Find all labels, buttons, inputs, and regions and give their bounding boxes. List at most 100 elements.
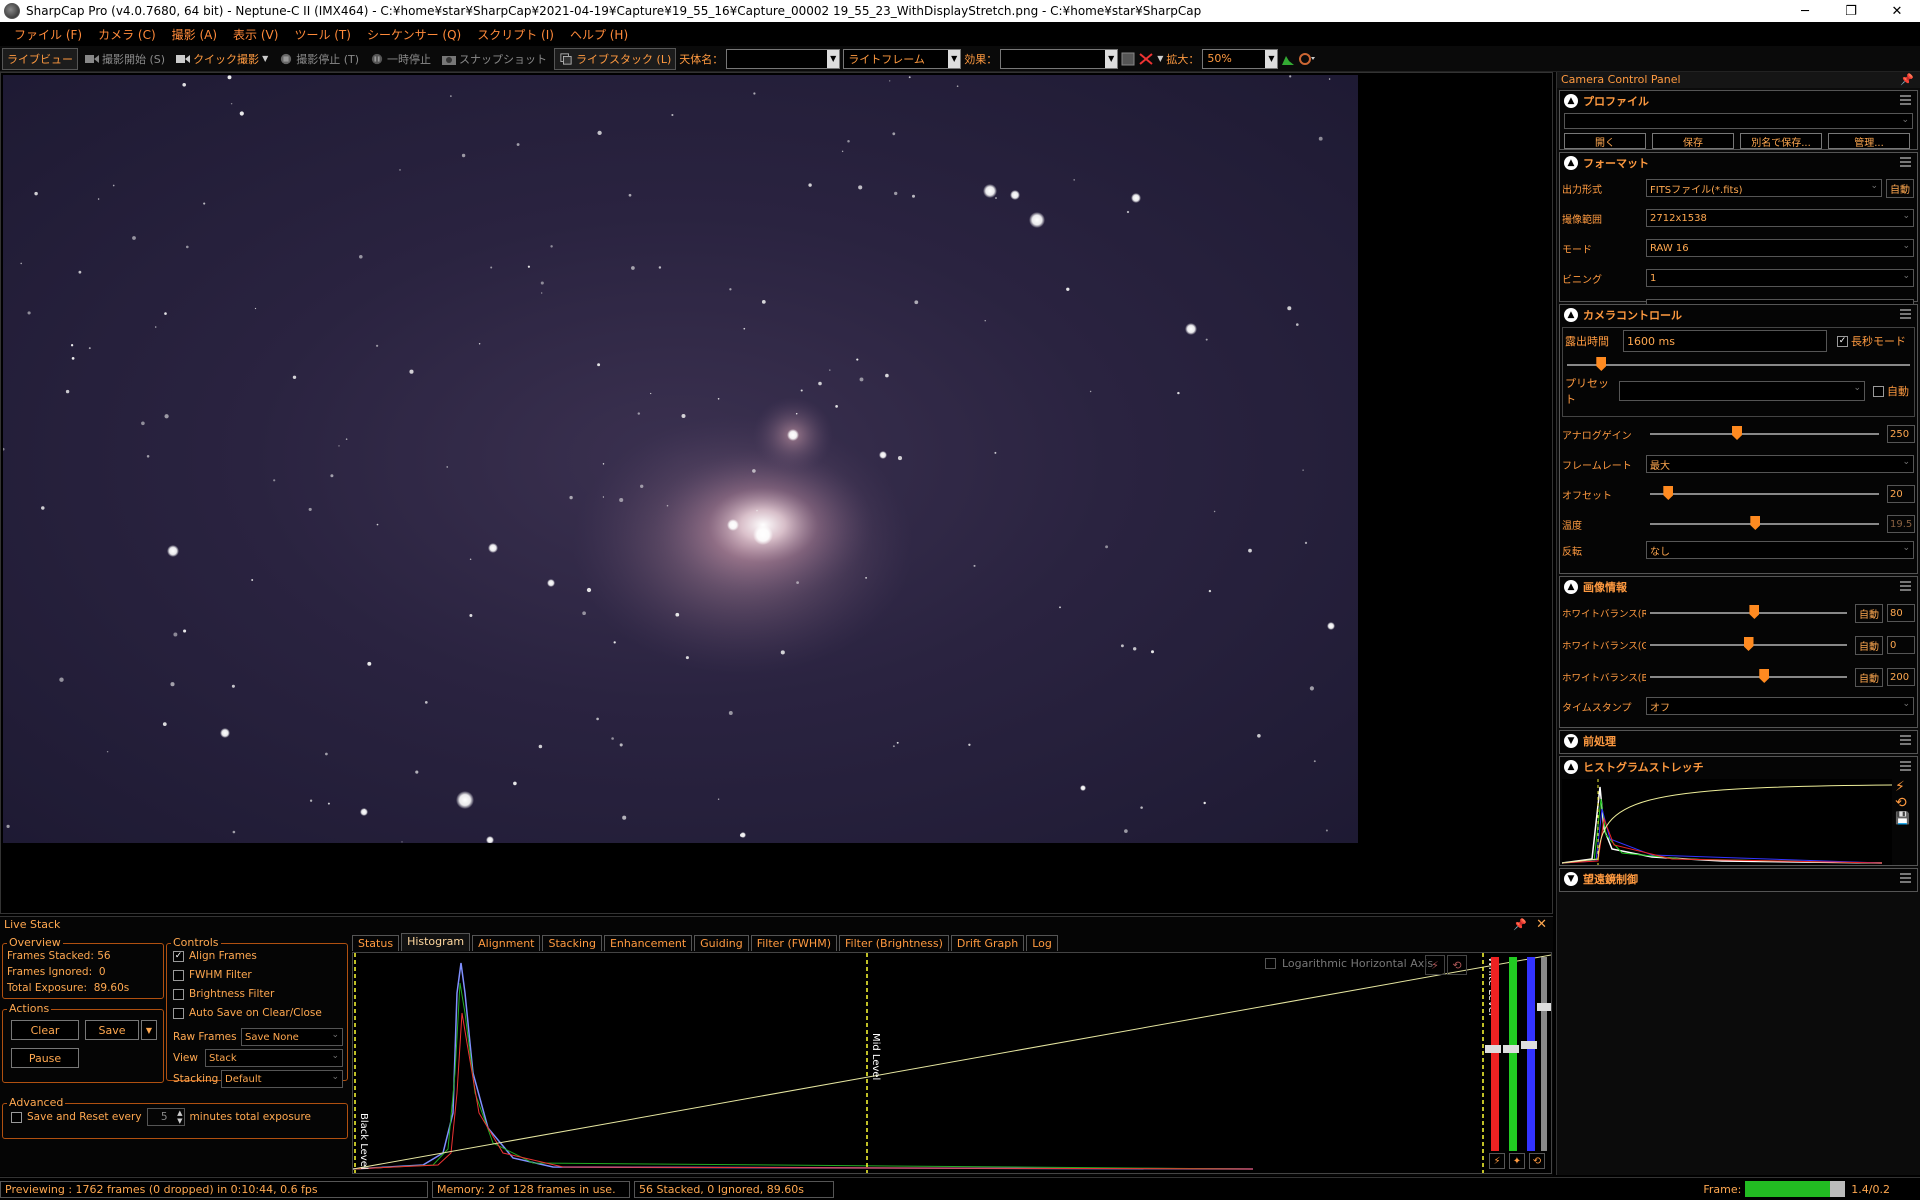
- image-viewport[interactable]: [0, 72, 1553, 914]
- slider-thumb[interactable]: [1732, 426, 1743, 440]
- tab-histogram[interactable]: Histogram: [401, 933, 471, 951]
- menu-help[interactable]: ヘルプ (H): [570, 26, 628, 43]
- long-exposure-checkbox[interactable]: ✓: [1837, 335, 1848, 347]
- minimize-button[interactable]: ─: [1782, 0, 1828, 22]
- start-capture-button[interactable]: 撮影開始 (S): [81, 49, 169, 69]
- menu-icon[interactable]: [1900, 761, 1911, 771]
- tab-status[interactable]: Status: [352, 935, 400, 951]
- pin-icon[interactable]: 📌: [1513, 917, 1527, 933]
- exposure-input[interactable]: 1600 ms: [1623, 330, 1827, 352]
- slider-thumb[interactable]: [1749, 605, 1760, 619]
- minutes-stepper[interactable]: 5 ▲ ▼: [146, 1108, 185, 1126]
- wb-red-auto-button[interactable]: 自動: [1855, 603, 1883, 623]
- fwhm-filter-option[interactable]: FWHM Filter: [173, 967, 341, 983]
- wb-red-slider[interactable]: [1650, 605, 1847, 620]
- settings-icon[interactable]: [1298, 52, 1316, 66]
- timestamp-select[interactable]: オフ ⌄: [1646, 697, 1914, 715]
- star-icon[interactable]: ✦: [1509, 1153, 1525, 1169]
- auto-level-icon[interactable]: ⚡: [1425, 955, 1445, 975]
- save-options-chevron-down-icon[interactable]: ▼: [141, 1020, 157, 1040]
- wb-red-value[interactable]: 80: [1887, 604, 1915, 622]
- save-icon[interactable]: 💾: [1895, 811, 1913, 825]
- histogram-icon[interactable]: [1281, 52, 1295, 66]
- auto-stretch-icon[interactable]: ⚡: [1895, 779, 1913, 795]
- stepper-arrows-icon[interactable]: ▲ ▼: [177, 1109, 182, 1125]
- live-view-button[interactable]: ライブビュー: [2, 47, 78, 70]
- gain-value[interactable]: 250: [1887, 425, 1915, 443]
- slider-thumb[interactable]: [1743, 637, 1754, 651]
- exposure-slider[interactable]: [1567, 357, 1910, 372]
- align-frames-checkbox[interactable]: ✓: [173, 950, 184, 962]
- target-name-combo[interactable]: ▼: [726, 48, 841, 69]
- stretch-histogram[interactable]: [1562, 779, 1892, 865]
- chevron-down-icon[interactable]: ▼: [1157, 54, 1163, 63]
- profile-save-as-button[interactable]: 別名で保存...: [1740, 133, 1822, 149]
- log-axis-checkbox[interactable]: [1265, 958, 1276, 969]
- effect-combo[interactable]: ▼: [1000, 48, 1119, 69]
- menu-icon[interactable]: [1900, 873, 1911, 883]
- snapshot-button[interactable]: スナップショット: [438, 49, 551, 69]
- tab-guiding[interactable]: Guiding: [694, 935, 749, 951]
- chevron-down-icon[interactable]: ▼: [262, 54, 268, 63]
- crosshair-icon[interactable]: [1138, 52, 1154, 66]
- output-format-select[interactable]: FITSファイル(*.fits) ⌄: [1646, 179, 1882, 197]
- grid-icon[interactable]: [1121, 52, 1135, 66]
- raw-frames-select[interactable]: Save None ⌄: [241, 1028, 343, 1046]
- reset-icon[interactable]: ⟲: [1529, 1153, 1545, 1169]
- blue-level-handle[interactable]: [1521, 1041, 1537, 1049]
- stack-histogram[interactable]: Black Level Mid Level White Level Logari…: [352, 952, 1552, 1174]
- align-frames-option[interactable]: ✓ Align Frames: [173, 948, 341, 964]
- slider-thumb[interactable]: [1759, 669, 1770, 683]
- section-header[interactable]: ▲ ヒストグラムストレッチ: [1560, 757, 1917, 777]
- output-format-auto-button[interactable]: 自動: [1886, 178, 1914, 198]
- profile-select[interactable]: ⌄: [1564, 113, 1913, 129]
- zoom-combo[interactable]: 50% ▼: [1202, 48, 1279, 69]
- tab-drift-graph[interactable]: Drift Graph: [950, 935, 1025, 951]
- slider-thumb[interactable]: [1663, 486, 1674, 500]
- menu-capture[interactable]: 撮影 (A): [172, 26, 217, 43]
- close-window-button[interactable]: ✕: [1874, 0, 1920, 22]
- green-level-handle[interactable]: [1503, 1045, 1519, 1053]
- wb-blue-auto-button[interactable]: 自動: [1855, 667, 1883, 687]
- pause-button[interactable]: 一時停止: [366, 49, 435, 69]
- reset-icon[interactable]: ⟲: [1895, 795, 1913, 811]
- capture-area-select[interactable]: 2712x1538 ⌄: [1646, 209, 1914, 227]
- chevron-up-icon[interactable]: ▲: [1564, 94, 1578, 108]
- menu-scripting[interactable]: スクリプト (I): [477, 26, 554, 43]
- framerate-select[interactable]: 最大 ⌄: [1646, 455, 1914, 473]
- log-axis-option[interactable]: Logarithmic Horizontal Axis: [1265, 957, 1433, 970]
- section-header[interactable]: ▲ カメラコントロール: [1560, 305, 1917, 325]
- tab-alignment[interactable]: Alignment: [472, 935, 541, 951]
- profile-open-button[interactable]: 開く: [1564, 133, 1646, 149]
- auto-save-checkbox[interactable]: [173, 1007, 184, 1019]
- save-reset-checkbox[interactable]: [11, 1111, 22, 1123]
- quick-capture-button[interactable]: クイック撮影 ▼: [172, 49, 272, 69]
- menu-view[interactable]: 表示 (V): [233, 26, 278, 43]
- wb-green-auto-button[interactable]: 自動: [1855, 635, 1883, 655]
- gain-slider[interactable]: [1650, 426, 1879, 441]
- profile-save-button[interactable]: 保存: [1652, 133, 1734, 149]
- close-icon[interactable]: ✕: [1536, 917, 1547, 933]
- menu-icon[interactable]: [1900, 95, 1911, 105]
- fwhm-filter-checkbox[interactable]: [173, 969, 184, 981]
- auto-stretch-icon[interactable]: ⚡: [1489, 1153, 1505, 1169]
- menu-camera[interactable]: カメラ (C): [98, 26, 156, 43]
- menu-icon[interactable]: [1900, 309, 1911, 319]
- chevron-up-icon[interactable]: ▲: [1564, 760, 1578, 774]
- wb-green-value[interactable]: 0: [1887, 636, 1915, 654]
- histogram-plot[interactable]: [353, 953, 1551, 1173]
- section-header[interactable]: ▲ 画像情報: [1560, 577, 1917, 597]
- stacking-select[interactable]: Default ⌄: [221, 1070, 343, 1088]
- luminance-level-handle[interactable]: [1537, 1003, 1551, 1011]
- tab-stacking[interactable]: Stacking: [542, 935, 602, 951]
- tab-log[interactable]: Log: [1026, 935, 1058, 951]
- maximize-button[interactable]: ❐: [1828, 0, 1874, 22]
- wb-blue-value[interactable]: 200: [1887, 668, 1915, 686]
- clear-button[interactable]: Clear: [11, 1020, 79, 1040]
- save-button[interactable]: Save: [85, 1020, 139, 1040]
- red-level-handle[interactable]: [1485, 1045, 1501, 1053]
- tab-filter-brightness[interactable]: Filter (Brightness): [839, 935, 949, 951]
- menu-icon[interactable]: [1900, 157, 1911, 167]
- brightness-filter-option[interactable]: Brightness Filter: [173, 986, 341, 1002]
- offset-slider[interactable]: [1650, 486, 1879, 501]
